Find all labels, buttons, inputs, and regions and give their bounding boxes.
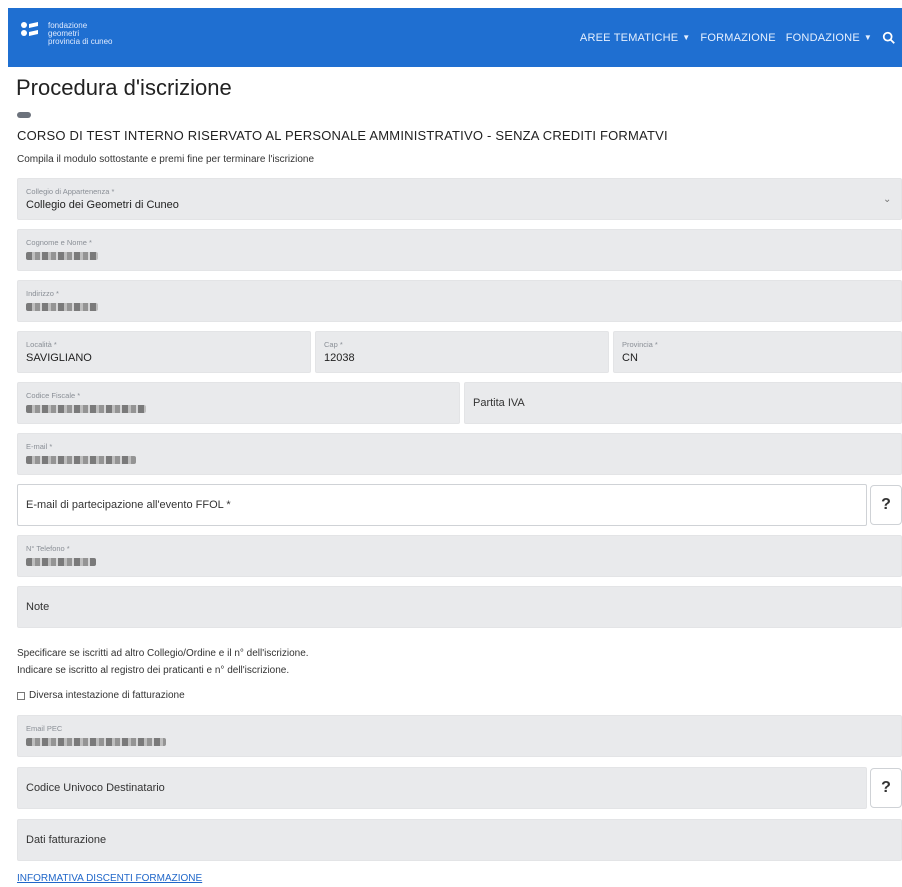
main-nav: AREE TEMATICHE ▼ FORMAZIONE FONDAZIONE ▼ [580, 8, 896, 67]
redacted-value [26, 405, 146, 413]
status-pill [17, 112, 31, 118]
email-label: E-mail * [26, 442, 53, 451]
provincia-value: CN [622, 352, 638, 364]
localita-value: SAVIGLIANO [26, 352, 92, 364]
logo-text: fondazione geometri provincia di cuneo [48, 21, 113, 46]
redacted-value [26, 303, 98, 311]
indirizzo-label: Indirizzo * [26, 289, 59, 298]
diversa-fatturazione-row[interactable]: Diversa intestazione di fatturazione [17, 690, 185, 701]
codice-fiscale-field[interactable]: Codice Fiscale * [17, 382, 460, 424]
email-field[interactable]: E-mail * [17, 433, 902, 475]
course-title: CORSO DI TEST INTERNO RISERVATO AL PERSO… [17, 128, 668, 143]
indirizzo-field[interactable]: Indirizzo * [17, 280, 902, 322]
nav-aree-tematiche[interactable]: AREE TEMATICHE ▼ [580, 32, 690, 44]
top-navbar: fondazione geometri provincia di cuneo A… [8, 8, 902, 67]
email-partecipazione-placeholder: E-mail di partecipazione all'evento FFOL… [26, 499, 231, 511]
note-placeholder: Note [26, 601, 50, 613]
caret-down-icon: ▼ [682, 33, 691, 42]
page-title: Procedura d'iscrizione [16, 75, 232, 100]
help-button-email-partecipazione[interactable]: ? [870, 485, 902, 525]
dati-fatturazione-field[interactable]: Dati fatturazione [17, 819, 902, 861]
provincia-field[interactable]: Provincia * CN [613, 331, 902, 373]
cap-label: Cap * [324, 340, 343, 349]
caret-down-icon: ▼ [863, 33, 872, 42]
help-button-codice-univoco[interactable]: ? [870, 768, 902, 808]
logo-icon [21, 22, 38, 36]
email-partecipazione-input[interactable]: E-mail di partecipazione all'evento FFOL… [17, 484, 867, 526]
diversa-fatturazione-checkbox[interactable] [17, 691, 25, 700]
redacted-value [26, 252, 98, 260]
dati-fatturazione-placeholder: Dati fatturazione [26, 834, 107, 846]
email-pec-field[interactable]: Email PEC [17, 715, 902, 757]
instructions-text: Compila il modulo sottostante e premi fi… [17, 154, 315, 165]
search-icon[interactable] [882, 31, 896, 45]
redacted-value [26, 738, 166, 746]
collegio-label: Collegio di Appartenenza * [26, 187, 115, 196]
localita-field[interactable]: Località * SAVIGLIANO [17, 331, 311, 373]
collegio-value: Collegio dei Geometri di Cuneo [26, 199, 179, 211]
redacted-value [26, 558, 96, 566]
redacted-value [26, 456, 136, 464]
telefono-field[interactable]: N° Telefono * [17, 535, 902, 577]
note-field[interactable]: Note [17, 586, 902, 628]
site-logo[interactable]: fondazione geometri provincia di cuneo [20, 20, 130, 56]
question-icon: ? [881, 496, 891, 513]
partita-iva-placeholder: Partita IVA [473, 397, 525, 409]
nav-formazione[interactable]: FORMAZIONE [700, 32, 775, 44]
question-icon: ? [881, 779, 891, 796]
informativa-link[interactable]: INFORMATIVA DISCENTI FORMAZIONE [17, 873, 202, 884]
cap-field[interactable]: Cap * 12038 [315, 331, 609, 373]
codice-univoco-field[interactable]: Codice Univoco Destinatario [17, 767, 867, 809]
localita-label: Località * [26, 340, 57, 349]
codice-univoco-placeholder: Codice Univoco Destinatario [26, 782, 165, 794]
telefono-label: N° Telefono * [26, 544, 70, 553]
cap-value: 12038 [324, 352, 355, 364]
cognome-nome-field[interactable]: Cognome e Nome * [17, 229, 902, 271]
partita-iva-field[interactable]: Partita IVA [464, 382, 902, 424]
diversa-fatturazione-label: Diversa intestazione di fatturazione [29, 690, 185, 701]
note-help-text: Specificare se iscritti ad altro Collegi… [17, 648, 309, 676]
codice-fiscale-label: Codice Fiscale * [26, 391, 81, 400]
email-pec-label: Email PEC [26, 724, 63, 733]
collegio-select[interactable]: Collegio di Appartenenza * Collegio dei … [17, 178, 902, 220]
nav-fondazione[interactable]: FONDAZIONE ▼ [786, 32, 872, 44]
cognome-nome-label: Cognome e Nome * [26, 238, 92, 247]
chevron-down-icon: ⌄ [883, 194, 892, 205]
provincia-label: Provincia * [622, 340, 658, 349]
